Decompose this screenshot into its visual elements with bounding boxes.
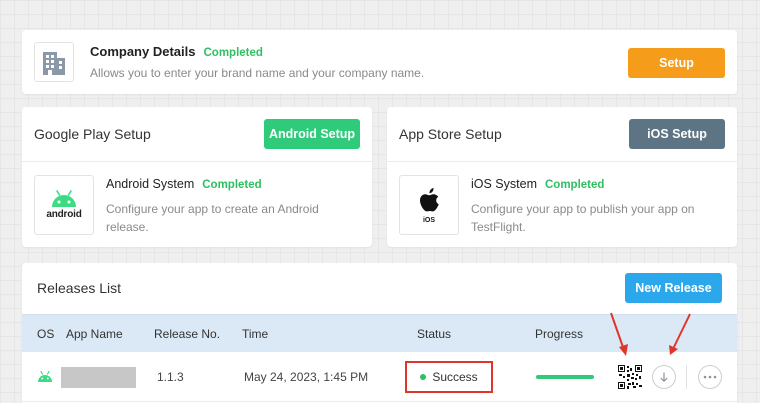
company-details-description: Allows you to enter your brand name and …: [90, 66, 425, 80]
ellipsis-icon: [703, 375, 717, 379]
google-play-header: Google Play Setup Android Setup: [22, 107, 372, 162]
android-logo-text: android: [46, 209, 82, 220]
status-badge: Success: [405, 361, 493, 393]
table-row[interactable]: 1.1.3 May 24, 2023, 1:45 PM Success: [22, 352, 737, 402]
company-setup-button[interactable]: Setup: [628, 48, 725, 78]
company-details-card: Company Details Completed Allows you to e…: [22, 30, 737, 94]
app-store-header: App Store Setup iOS Setup: [387, 107, 737, 162]
release-number: 1.1.3: [157, 370, 184, 384]
building-icon: [34, 42, 74, 82]
releases-list-title: Releases List: [37, 280, 122, 296]
android-status-badge: Completed: [202, 179, 262, 191]
qr-code-icon[interactable]: [618, 365, 642, 389]
download-button[interactable]: [652, 365, 676, 389]
company-details-label: Company Details: [90, 44, 196, 59]
app-store-setup-card: App Store Setup iOS Setup iOS iOS System…: [387, 107, 737, 247]
ios-system-description: Configure your app to publish your app o…: [471, 202, 695, 234]
progress-bar: [536, 375, 594, 379]
column-header-app-name: App Name: [66, 327, 123, 341]
company-details-title: Company Details Completed: [90, 44, 263, 59]
column-header-time: Time: [242, 327, 269, 341]
android-setup-button[interactable]: Android Setup: [264, 119, 360, 149]
status-dot-icon: [420, 374, 427, 380]
ios-system-title: iOS System Completed: [471, 177, 604, 191]
android-icon: [37, 370, 53, 388]
android-system-label: Android System: [106, 177, 195, 191]
column-header-status: Status: [417, 327, 452, 341]
more-options-button[interactable]: [698, 365, 722, 389]
download-arrow-icon: [660, 372, 668, 383]
column-header-progress: Progress: [535, 327, 584, 341]
releases-list-card: Releases List New Release OS App Name Re…: [22, 263, 737, 403]
android-logo: android: [34, 175, 94, 235]
redacted-app-name: [61, 367, 136, 388]
android-system-description: Configure your app to create an Android …: [106, 202, 319, 234]
release-time: May 24, 2023, 1:45 PM: [244, 370, 369, 384]
app-store-title: App Store Setup: [399, 126, 502, 142]
column-header-os: OS: [37, 327, 55, 341]
android-robot-icon: [52, 190, 76, 207]
ios-system-label: iOS System: [471, 177, 537, 191]
releases-table-header: OS App Name Release No. Time Status Prog…: [22, 314, 737, 352]
new-release-button[interactable]: New Release: [625, 273, 722, 303]
ios-logo-text: iOS: [422, 217, 436, 224]
apple-icon: [420, 188, 439, 212]
row-action-divider: [686, 365, 687, 389]
google-play-setup-card: Google Play Setup Android Setup android …: [22, 107, 372, 247]
google-play-title: Google Play Setup: [34, 126, 151, 142]
status-text: Success: [432, 370, 478, 384]
android-system-title: Android System Completed: [106, 177, 262, 191]
ios-status-badge: Completed: [545, 179, 605, 191]
apple-logo: iOS: [399, 175, 459, 235]
ios-setup-button[interactable]: iOS Setup: [629, 119, 725, 149]
column-header-release-no: Release No.: [154, 327, 221, 341]
company-status-badge: Completed: [203, 47, 263, 59]
